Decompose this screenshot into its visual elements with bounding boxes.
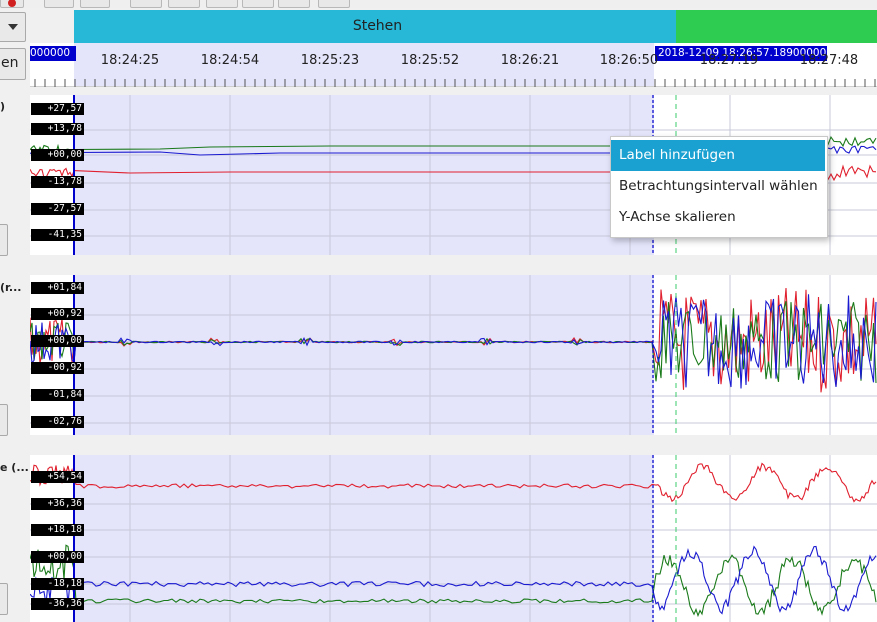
save-button[interactable]	[242, 0, 274, 8]
chart-1-label: )	[0, 100, 6, 113]
time-tick-label: 18:26:21	[500, 53, 560, 68]
segment-next[interactable]	[676, 10, 877, 43]
cut-button[interactable]	[44, 0, 74, 8]
export-button[interactable]	[206, 0, 238, 8]
chart-panel-3[interactable]	[30, 455, 877, 622]
y-axis-label: +00,00	[31, 335, 84, 347]
time-tick-label: 18:26:50	[599, 53, 659, 68]
chart-1-side-button[interactable]	[0, 224, 8, 256]
menu-item-label-hinzufuegen[interactable]: Label hinzufügen	[611, 140, 825, 171]
segment-stehen-label: Stehen	[352, 18, 403, 34]
selection-region	[74, 95, 654, 255]
y-axis-label: -36,36	[31, 598, 84, 610]
y-axis-label: -41,35	[31, 229, 84, 241]
menu-item-betrachtungsintervall[interactable]: Betrachtungsintervall wählen	[611, 171, 825, 202]
y-axis-label: +13,78	[31, 123, 84, 135]
menu-item-y-achse-skalieren[interactable]: Y-Achse skalieren	[611, 202, 825, 233]
y-axis-label: +00,00	[31, 551, 84, 563]
record-icon	[8, 0, 16, 7]
chevron-down-icon	[8, 24, 18, 30]
time-tick-label: 18:27:48	[799, 53, 859, 68]
context-menu: Label hinzufügen Betrachtungsintervall w…	[610, 136, 828, 238]
segment-stehen[interactable]: Stehen	[74, 10, 681, 43]
segment-bar: Stehen	[30, 10, 877, 43]
chart-2-side-button[interactable]	[0, 404, 8, 436]
chart-3-label: e (...	[0, 461, 29, 474]
y-axis-label: +36,36	[31, 498, 84, 510]
y-axis-label: +00,92	[31, 308, 84, 320]
chart-2-label: (r...	[0, 281, 22, 294]
grid-button[interactable]	[278, 0, 310, 8]
y-axis-label: +01,84	[31, 282, 84, 294]
copy-button[interactable]	[318, 0, 350, 8]
y-axis-label: +27,57	[31, 103, 84, 115]
redo-button[interactable]	[80, 0, 110, 8]
toolbar	[0, 0, 877, 8]
menu-item-label: Betrachtungsintervall wählen	[619, 178, 818, 194]
y-axis-label: -01,84	[31, 389, 84, 401]
menu-item-label: Y-Achse skalieren	[619, 209, 736, 225]
fit-button[interactable]	[168, 0, 200, 8]
selection-region	[74, 455, 654, 622]
y-axis-label: -00,92	[31, 362, 84, 374]
y-axis-label: -27,57	[31, 203, 84, 215]
y-axis-label: +54,54	[31, 471, 84, 483]
y-axis-label: -13,78	[31, 176, 84, 188]
chart-panel-2[interactable]	[30, 275, 877, 435]
y-axis-label: +18,18	[31, 524, 84, 536]
record-button[interactable]	[0, 0, 24, 8]
time-tick-label: 18:27:19	[699, 53, 759, 68]
y-axis-label: +00,00	[31, 149, 84, 161]
chart-3-side-button[interactable]	[0, 583, 8, 615]
blank-button[interactable]	[130, 0, 162, 8]
y-axis-label: -18,18	[31, 578, 84, 590]
time-tick-label: 18:25:52	[400, 53, 460, 68]
selection-region	[74, 275, 654, 435]
time-tick-label: 18:25:23	[300, 53, 360, 68]
y-axis-label: -02,76	[31, 416, 84, 428]
time-tick-label: 18:24:54	[200, 53, 260, 68]
menu-item-label: Label hinzufügen	[619, 147, 735, 163]
time-tick-label: 18:24:25	[100, 53, 160, 68]
view-dropdown[interactable]	[0, 12, 26, 42]
